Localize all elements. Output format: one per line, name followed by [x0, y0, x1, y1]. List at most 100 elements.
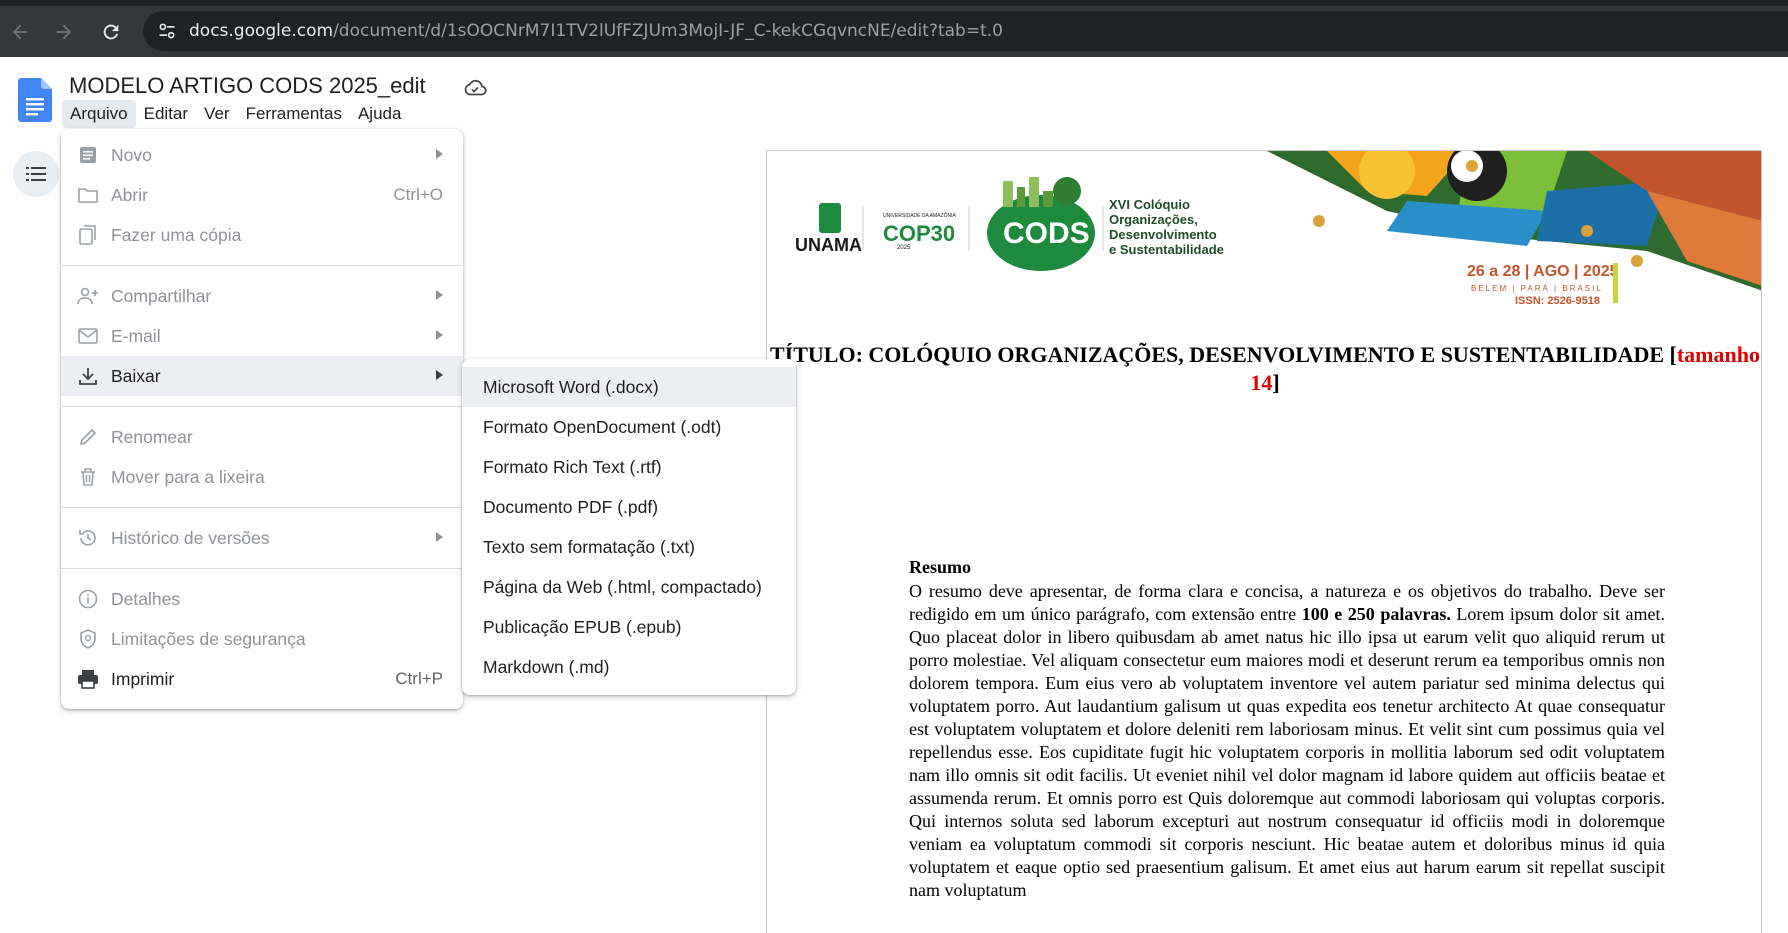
event-banner-image: UNAMA UNIVERSIDADE DA AMAZÔNIA COP30 202…: [795, 151, 1761, 307]
cloud-saved-icon[interactable]: [463, 77, 487, 99]
printer-icon: [77, 668, 99, 690]
banner-cods-text: CODS: [1003, 217, 1090, 250]
info-icon: [77, 588, 99, 610]
menu-item-baixar[interactable]: Baixar: [61, 356, 463, 396]
download-epub[interactable]: Publicação EPUB (.epub): [462, 607, 796, 647]
resumo-paragraph: O resumo deve apresentar, de forma clara…: [909, 580, 1665, 902]
submenu-arrow-icon: [436, 149, 443, 159]
banner-cop-year: 2025: [897, 245, 911, 251]
menu-divider: [61, 507, 463, 508]
banner-event-line1: XVI Colóquio: [1109, 197, 1190, 212]
menu-item-label: Compartilhar: [111, 285, 212, 306]
url-domain: docs.google.com: [189, 21, 334, 41]
site-settings-icon[interactable]: [157, 21, 177, 41]
browser-toolbar: docs.google.com/document/d/1sOOCNrM7I1TV…: [0, 0, 1788, 57]
arrow-left-icon: [12, 24, 28, 40]
mail-icon: [77, 325, 99, 347]
download-html[interactable]: Página da Web (.html, compactado): [462, 567, 796, 607]
banner-issn: ISSN: 2526-9518: [1515, 295, 1600, 307]
banner-event-line2: Organizações,: [1109, 212, 1198, 227]
heading-main: TÍTULO: COLÓQUIO ORGANIZAÇÕES, DESENVOLV…: [770, 342, 1677, 367]
banner-place: BELEM | PARÁ | BRASIL: [1471, 284, 1603, 293]
menu-item-lixeira[interactable]: Mover para a lixeira: [61, 457, 463, 497]
address-bar[interactable]: docs.google.com/document/d/1sOOCNrM7I1TV…: [143, 11, 1788, 51]
menu-ver[interactable]: Ver: [196, 100, 238, 128]
forward-button[interactable]: [48, 16, 80, 48]
trash-icon: [77, 466, 99, 488]
submenu-arrow-icon: [436, 330, 443, 340]
submenu-arrow-icon: [436, 532, 443, 542]
banner-event-line3: Desenvolvimento: [1109, 227, 1217, 242]
back-button[interactable]: [4, 16, 36, 48]
reload-icon: [103, 24, 119, 40]
pencil-icon: [77, 426, 99, 448]
menu-editar[interactable]: Editar: [136, 100, 196, 128]
download-rtf[interactable]: Formato Rich Text (.rtf): [462, 447, 796, 487]
download-pdf[interactable]: Documento PDF (.pdf): [462, 487, 796, 527]
banner-event-line4: e Sustentabilidade: [1109, 242, 1224, 257]
arrow-right-icon: [56, 24, 72, 40]
menu-item-label: Fazer uma cópia: [111, 224, 242, 245]
menu-item-novo[interactable]: Novo: [61, 135, 463, 175]
download-md[interactable]: Markdown (.md): [462, 647, 796, 687]
menu-divider: [61, 265, 463, 266]
banner-univ-text: UNIVERSIDADE DA AMAZÔNIA: [883, 212, 956, 219]
menu-item-label: Mover para a lixeira: [111, 466, 265, 487]
shortcut-label: Ctrl+P: [395, 669, 443, 688]
menu-item-detalhes[interactable]: Detalhes: [61, 579, 463, 619]
menu-item-historico[interactable]: Histórico de versões: [61, 518, 463, 558]
url-path: /document/d/1sOOCNrM7I1TV2lUfFZJUm3MojI-…: [333, 21, 1003, 41]
menu-item-label: Novo: [111, 144, 152, 165]
menu-item-label: Abrir: [111, 184, 148, 205]
menu-divider: [61, 568, 463, 569]
document-icon: [77, 144, 99, 166]
resumo-heading: Resumo: [909, 557, 971, 577]
menu-arquivo[interactable]: Arquivo: [62, 100, 136, 128]
folder-icon: [77, 184, 99, 206]
download-docx[interactable]: Microsoft Word (.docx): [462, 367, 796, 407]
document-heading: TÍTULO: COLÓQUIO ORGANIZAÇÕES, DESENVOLV…: [767, 341, 1761, 397]
menu-item-compartilhar[interactable]: Compartilhar: [61, 276, 463, 316]
menu-ajuda[interactable]: Ajuda: [350, 100, 409, 128]
copy-icon: [77, 224, 99, 246]
banner-cop-text: COP30: [883, 221, 955, 246]
banner-unama-text: UNAMA: [795, 235, 862, 255]
add-person-icon: [77, 285, 99, 307]
resumo-text-2: Lorem ipsum dolor sit amet. Quo placeat …: [909, 604, 1666, 900]
security-shield-icon: [77, 628, 99, 650]
menu-item-seguranca[interactable]: Limitações de segurança: [61, 619, 463, 659]
download-odt[interactable]: Formato OpenDocument (.odt): [462, 407, 796, 447]
menu-ferramentas[interactable]: Ferramentas: [238, 100, 350, 128]
google-docs-logo-icon[interactable]: [18, 78, 52, 122]
resumo-bold: 100 e 250 palavras.: [1301, 604, 1451, 624]
menu-item-label: Limitações de segurança: [111, 628, 306, 649]
submenu-arrow-icon: [436, 290, 443, 300]
file-menu: Novo Abrir Ctrl+O Fazer uma cópia Compar…: [61, 129, 463, 709]
download-submenu: Microsoft Word (.docx) Formato OpenDocum…: [462, 359, 796, 695]
menu-item-label: Renomear: [111, 426, 193, 447]
menu-item-label: Baixar: [111, 365, 161, 386]
document-title[interactable]: MODELO ARTIGO CODS 2025_edit: [69, 73, 426, 99]
menu-divider: [61, 406, 463, 407]
url-text[interactable]: docs.google.com/document/d/1sOOCNrM7I1TV…: [189, 21, 1003, 41]
menu-item-renomear[interactable]: Renomear: [61, 417, 463, 457]
download-icon: [77, 365, 99, 387]
menu-item-imprimir[interactable]: Imprimir Ctrl+P: [61, 659, 463, 699]
menu-bar: Arquivo Editar Ver Ferramentas Ajuda: [62, 100, 409, 128]
banner-dates: 26 a 28 | AGO | 2025: [1467, 263, 1619, 280]
download-txt[interactable]: Texto sem formatação (.txt): [462, 527, 796, 567]
shortcut-label: Ctrl+O: [393, 185, 443, 204]
menu-item-label: E-mail: [111, 325, 161, 346]
document-page[interactable]: UNAMA UNIVERSIDADE DA AMAZÔNIA COP30 202…: [766, 150, 1762, 933]
menu-item-email[interactable]: E-mail: [61, 316, 463, 356]
outline-list-icon: [26, 167, 46, 181]
submenu-arrow-icon: [436, 370, 443, 380]
heading-close: ]: [1272, 370, 1280, 395]
reload-button[interactable]: [95, 16, 127, 48]
menu-item-label: Imprimir: [111, 668, 175, 689]
menu-item-abrir[interactable]: Abrir Ctrl+O: [61, 175, 463, 215]
menu-item-fazer-copia[interactable]: Fazer uma cópia: [61, 215, 463, 255]
menu-item-label: Detalhes: [111, 588, 181, 609]
history-icon: [77, 527, 99, 549]
document-outline-button[interactable]: [13, 151, 59, 197]
